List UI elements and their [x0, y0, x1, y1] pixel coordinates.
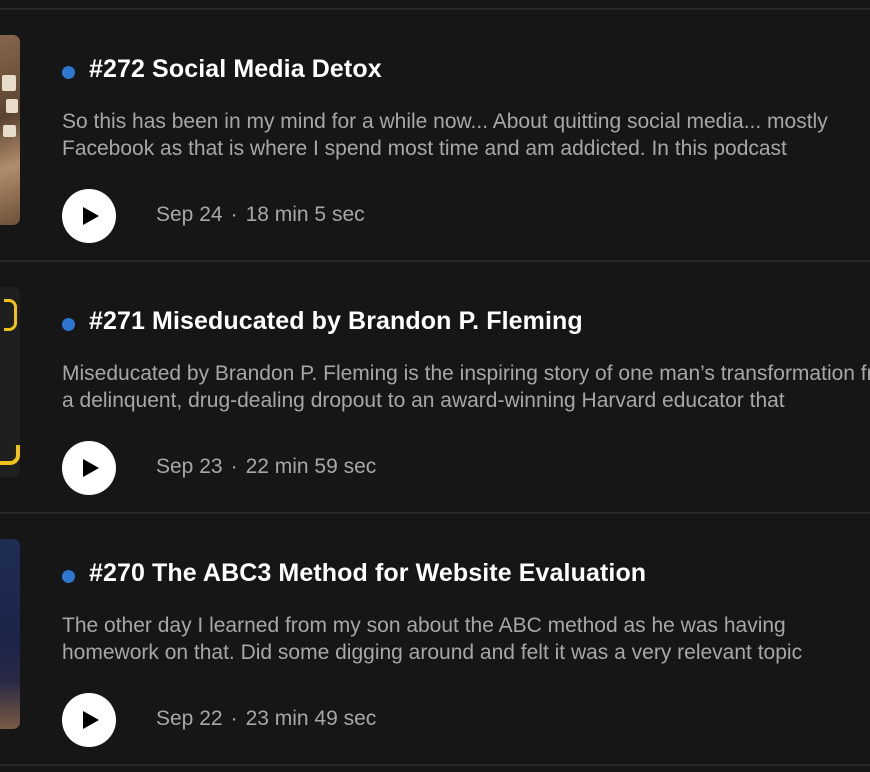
episode-meta: Sep 24 · 18 min 5 sec — [156, 203, 365, 227]
episode-meta: Sep 23 · 22 min 59 sec — [156, 455, 376, 479]
description-line: The other day I learned from my son abou… — [62, 614, 786, 637]
play-icon — [83, 711, 99, 729]
episode-thumbnail[interactable] — [0, 35, 20, 225]
episode-list: #272 Social Media Detox So this has been… — [0, 0, 870, 772]
episode-description[interactable]: So this has been in my mind for a while … — [62, 108, 870, 162]
episode-thumbnail[interactable] — [0, 287, 20, 477]
description-line: So this has been in my mind for a while … — [62, 110, 828, 133]
episode-meta: Sep 22 · 23 min 49 sec — [156, 707, 376, 731]
episode-thumbnail[interactable] — [0, 539, 20, 729]
description-line: Facebook as that is where I spend most t… — [62, 137, 787, 160]
play-button[interactable] — [62, 441, 116, 495]
episode-duration: 23 min 49 sec — [245, 707, 377, 730]
play-icon — [83, 459, 99, 477]
meta-separator: · — [230, 203, 238, 226]
description-line: a delinquent, drug-dealing dropout to an… — [62, 389, 785, 412]
meta-separator: · — [230, 707, 238, 730]
episode-duration: 18 min 5 sec — [245, 203, 365, 226]
episode-date: Sep 22 — [156, 707, 223, 730]
episode-title[interactable]: #271 Miseducated by Brandon P. Fleming — [89, 307, 583, 336]
play-button[interactable] — [62, 189, 116, 243]
new-episode-dot — [62, 570, 75, 583]
episode-title[interactable]: #270 The ABC3 Method for Website Evaluat… — [89, 559, 646, 588]
episode-description[interactable]: The other day I learned from my son abou… — [62, 612, 870, 666]
episode-item[interactable]: #271 Miseducated by Brandon P. Fleming M… — [0, 262, 870, 512]
episode-item[interactable]: #270 The ABC3 Method for Website Evaluat… — [0, 514, 870, 764]
play-icon — [83, 207, 99, 225]
episode-description[interactable]: Miseducated by Brandon P. Fleming is the… — [62, 360, 870, 414]
divider — [0, 764, 870, 766]
meta-separator: · — [230, 455, 238, 478]
episode-date: Sep 24 — [156, 203, 223, 226]
new-episode-dot — [62, 318, 75, 331]
episode-item[interactable]: #272 Social Media Detox So this has been… — [0, 10, 870, 260]
new-episode-dot — [62, 66, 75, 79]
episode-title[interactable]: #272 Social Media Detox — [89, 55, 382, 84]
description-line: Miseducated by Brandon P. Fleming is the… — [62, 362, 870, 385]
description-line: homework on that. Did some digging aroun… — [62, 641, 803, 664]
play-button[interactable] — [62, 693, 116, 747]
episode-duration: 22 min 59 sec — [245, 455, 377, 478]
episode-date: Sep 23 — [156, 455, 223, 478]
